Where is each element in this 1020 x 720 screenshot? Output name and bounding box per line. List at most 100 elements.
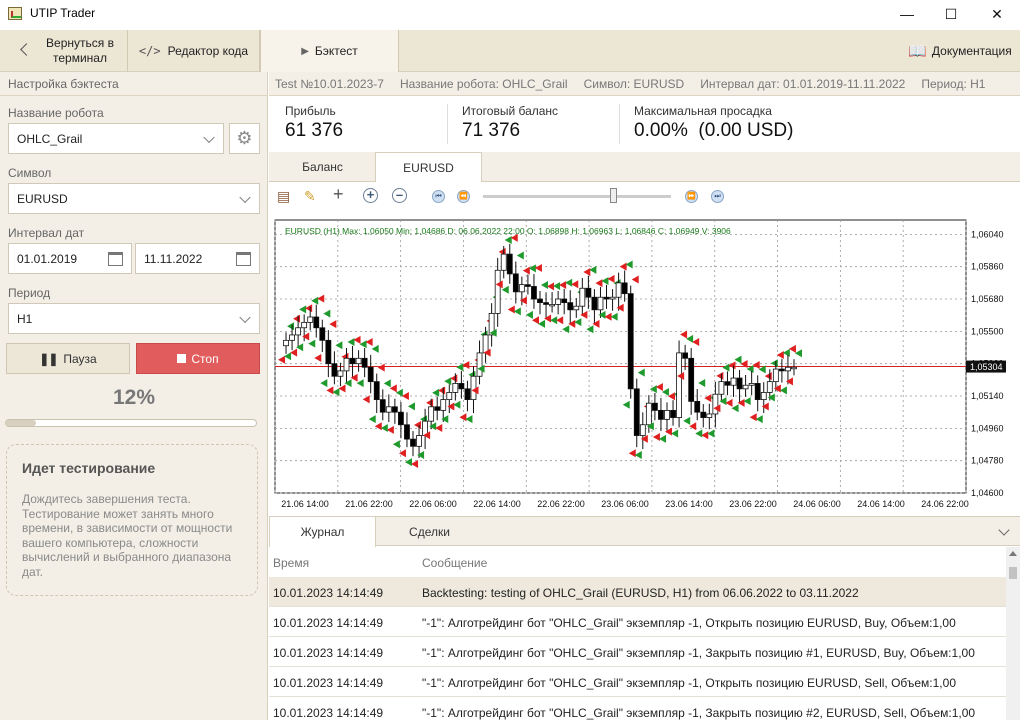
code-editor-button[interactable]: </> Редактор кода (128, 30, 260, 72)
row-time: 10.01.2023 14:14:49 (273, 676, 384, 690)
tab-journal[interactable]: Журнал (269, 516, 376, 547)
row-message: "-1": Алготрейдинг бот "OHLC_Grail" экзе… (422, 616, 956, 630)
maximize-button[interactable]: ☐ (928, 0, 974, 28)
time-column-header: Время (273, 556, 310, 570)
table-row[interactable]: 10.01.2023 14:14:49 "-1": Алготрейдинг бо… (269, 667, 1006, 697)
chevron-down-icon (203, 131, 215, 143)
chart-tabs: Баланс EURUSD (269, 152, 1020, 183)
candle-body (470, 375, 477, 401)
scroll-up-icon[interactable] (1009, 551, 1017, 556)
chart-type-icon[interactable]: ▤ (277, 188, 290, 205)
minimize-button[interactable]: — (884, 0, 930, 28)
table-row[interactable]: 10.01.2023 14:14:49 Backtesting: testing … (269, 577, 1006, 607)
book-icon: 📖 (908, 43, 927, 60)
candle-body (645, 402, 652, 426)
stop-icon (177, 354, 187, 363)
candle-body (373, 381, 380, 401)
chart-toolbar: ▤ ✎ + + – ⏮ ⏪ ⏩ ⏭ (269, 182, 1020, 210)
candle-body (718, 381, 725, 395)
close-button[interactable]: ✕ (974, 0, 1020, 28)
timeline-slider[interactable] (483, 195, 671, 198)
symbol-label: Символ (8, 166, 52, 180)
crosshair-icon[interactable]: + (333, 184, 344, 205)
candle-body (627, 293, 634, 390)
y-tick-label: 1,04600 (971, 488, 1004, 498)
current-price-label: 1,05304 (970, 362, 1003, 372)
calendar-icon[interactable] (108, 252, 123, 266)
go-to-end-icon[interactable]: ⏭ (711, 190, 724, 203)
log-tabs: Журнал Сделки (269, 516, 1020, 547)
candle-body (283, 339, 289, 347)
x-tick-label: 22.06 14:00 (473, 499, 521, 509)
chevron-down-icon (239, 191, 251, 203)
candle-body (512, 273, 519, 293)
drawdown-stat: Максимальная просадка 0.00% (0.00 USD) (634, 104, 793, 142)
timeline-slider-thumb[interactable] (610, 188, 617, 203)
tab-eurusd[interactable]: EURUSD (375, 152, 482, 183)
candle-body (724, 381, 731, 386)
x-tick-label: 23.06 22:00 (729, 499, 777, 509)
symbol-select[interactable]: EURUSD (8, 183, 260, 214)
candle-body (416, 435, 422, 447)
table-row[interactable]: 10.01.2023 14:14:49 "-1": Алготрейдинг бо… (269, 607, 1006, 637)
test-symbol: Символ: EURUSD (583, 76, 685, 91)
date-to-field[interactable]: 11.11.2022 (135, 243, 260, 274)
go-to-start-icon[interactable]: ⏮ (432, 190, 445, 203)
candle-body (404, 424, 410, 440)
candle-body (772, 368, 779, 383)
progress-bar-fill (6, 420, 36, 426)
documentation-button[interactable]: 📖 Документация (900, 30, 1020, 72)
tab-balance[interactable]: Баланс (269, 152, 376, 182)
documentation-label: Документация (931, 44, 1012, 58)
candle-body (506, 253, 513, 275)
test-period: Период: H1 (921, 76, 986, 91)
price-chart[interactable]: 1,060401,058601,056801,055001,053201,051… (269, 210, 1020, 514)
candle-body (531, 286, 537, 300)
log-scrollbar[interactable] (1006, 547, 1020, 720)
candle-body (766, 381, 773, 393)
play-icon: ▶ (301, 45, 309, 57)
scrollbar-thumb[interactable] (1009, 567, 1017, 579)
candle-body (452, 383, 459, 393)
date-from-field[interactable]: 01.01.2019 (8, 243, 132, 274)
calendar-icon[interactable] (236, 252, 251, 266)
row-time: 10.01.2023 14:14:49 (273, 646, 384, 660)
results-summary: Прибыль 61 376 Итоговый баланс 71 376 Ма… (269, 96, 1020, 152)
x-tick-label: 23.06 14:00 (665, 499, 713, 509)
step-forward-icon[interactable]: ⏩ (685, 190, 698, 203)
collapse-panel-icon[interactable] (998, 524, 1010, 536)
candle-body (561, 298, 568, 304)
table-row[interactable]: 10.01.2023 14:14:49 "-1": Алготрейдинг бо… (269, 697, 1006, 720)
pencil-icon[interactable]: ✎ (304, 188, 316, 205)
profit-value: 61 376 (285, 120, 344, 141)
test-interval: Интервал дат: 01.01.2019-11.11.2022 (700, 76, 906, 91)
drawdown-label: Максимальная просадка (634, 104, 772, 118)
message-column-header: Сообщение (422, 556, 488, 570)
candle-body (494, 269, 501, 314)
y-tick-label: 1,05680 (971, 294, 1004, 304)
zoom-out-icon[interactable]: – (392, 188, 407, 203)
candle-body (730, 377, 737, 386)
date-interval-label: Интервал дат (8, 226, 85, 240)
candle-body (325, 339, 332, 365)
step-back-icon[interactable]: ⏪ (457, 190, 470, 203)
tab-deals[interactable]: Сделки (376, 517, 483, 547)
period-select[interactable]: H1 (8, 303, 260, 334)
table-row[interactable]: 10.01.2023 14:14:49 "-1": Алготрейдинг бо… (269, 637, 1006, 667)
candle-body (736, 377, 743, 390)
pause-button[interactable]: ❚❚ Пауза (6, 343, 130, 374)
y-tick-label: 1,05500 (971, 326, 1004, 336)
log-table-body: 10.01.2023 14:14:49 Backtesting: testing … (269, 577, 1006, 720)
robot-settings-button[interactable]: ⚙ (229, 123, 260, 154)
stop-button[interactable]: Стоп (136, 343, 260, 374)
candle-body (361, 357, 368, 368)
backtest-label: Бэктест (314, 44, 358, 58)
candle-body (579, 287, 586, 307)
robot-select[interactable]: OHLC_Grail (8, 123, 224, 154)
candle-body (603, 296, 610, 300)
row-message: "-1": Алготрейдинг бот "OHLC_Grail" экзе… (422, 646, 975, 660)
tab-backtest[interactable]: ▶ Бэктест (260, 30, 399, 72)
back-to-terminal-button[interactable]: Вернуться в терминал (0, 30, 128, 72)
y-tick-label: 1,05860 (971, 262, 1004, 272)
zoom-in-icon[interactable]: + (363, 188, 378, 203)
